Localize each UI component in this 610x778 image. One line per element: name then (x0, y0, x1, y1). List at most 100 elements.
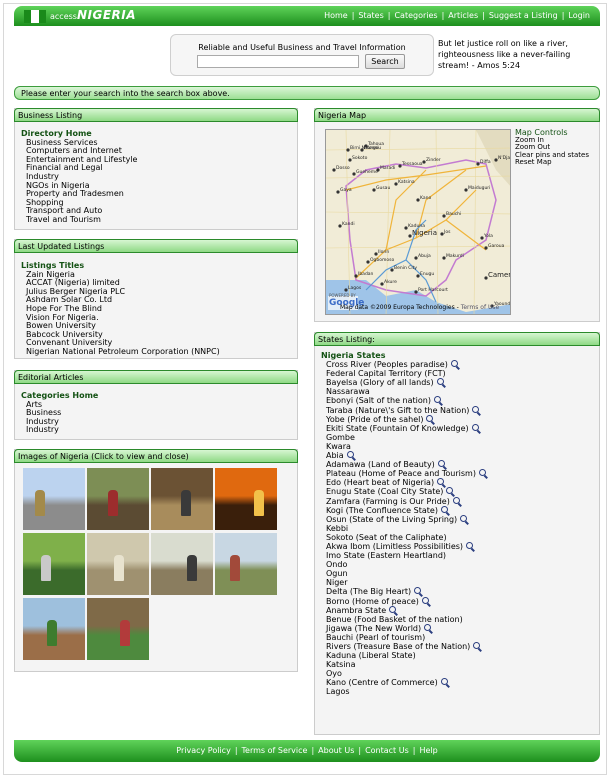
nav-link-home[interactable]: Home (324, 11, 348, 20)
nigeria-photo-thumbnail[interactable] (151, 468, 213, 530)
state-link[interactable]: Adamawa (Land of Beauty) (326, 460, 435, 469)
magnifier-icon[interactable] (424, 623, 432, 631)
state-link[interactable]: Osun (State of the Living Spring) (326, 515, 457, 524)
terms-of-use-link[interactable]: Terms of Use (461, 304, 499, 311)
nav-link-login[interactable]: Login (568, 11, 590, 20)
state-link[interactable]: Ogun (326, 569, 348, 578)
state-link[interactable]: Enugu State (Coal City State) (326, 487, 443, 496)
state-link[interactable]: Oyo (326, 669, 342, 678)
state-link[interactable]: Sokoto (Seat of the Caliphate) (326, 533, 447, 542)
footer-link-terms-of-service[interactable]: Terms of Service (242, 746, 308, 755)
nav-link-states[interactable]: States (358, 11, 383, 20)
state-link[interactable]: Kwara (326, 442, 351, 451)
state-link[interactable]: Ekiti State (Fountain Of Knowledge) (326, 424, 469, 433)
state-link[interactable]: Katsina (326, 660, 356, 669)
nigeria-photo-thumbnail[interactable] (87, 468, 149, 530)
map-control-reset-map[interactable]: Reset Map (515, 159, 589, 167)
state-link[interactable]: Borno (Home of peace) (326, 597, 419, 606)
state-link[interactable]: Imo State (Eastern Heartland) (326, 551, 446, 560)
state-link[interactable]: Taraba (Nature\'s Gift to the Nation) (326, 406, 469, 415)
state-link[interactable]: Federal Capital Territory (FCT) (326, 369, 446, 378)
footer-link-privacy-policy[interactable]: Privacy Policy (176, 746, 231, 755)
magnifier-icon[interactable] (452, 496, 460, 504)
nigeria-map[interactable]: Birni N'Konni Tahoua Dosso Maradi Tessaoua Zi… (325, 129, 511, 315)
magnifier-icon[interactable] (389, 605, 397, 613)
magnifier-icon[interactable] (473, 642, 481, 649)
magnifier-icon[interactable] (436, 378, 444, 386)
magnifier-icon[interactable] (471, 423, 479, 431)
site-logo[interactable]: accessNIGERIA (50, 8, 136, 22)
state-link[interactable]: Rivers (Treasure Base of the Nation) (326, 642, 470, 651)
state-link[interactable]: Kano (Centre of Commerce) (326, 678, 438, 687)
business-category-property-and-tradesmen[interactable]: Property and Tradesmen (26, 190, 293, 199)
state-link[interactable]: Bauchi (Pearl of tourism) (326, 633, 425, 642)
state-link[interactable]: Jigawa (The New World) (326, 624, 421, 633)
state-link[interactable]: Kebbi (326, 524, 348, 533)
state-link[interactable]: Zamfara (Farming is Our Pride) (326, 497, 450, 506)
magnifier-icon[interactable] (421, 596, 429, 604)
magnifier-icon[interactable] (478, 469, 486, 477)
nigeria-photo-thumbnail[interactable] (87, 598, 149, 660)
magnifier-icon[interactable] (466, 541, 474, 549)
nigeria-photo-thumbnail[interactable] (23, 598, 85, 660)
state-link[interactable]: Ebonyi (Salt of the nation) (326, 396, 431, 405)
magnifier-icon[interactable] (437, 460, 445, 468)
state-link[interactable]: Bayelsa (Glory of all lands) (326, 378, 434, 387)
state-link[interactable]: Benue (Food Basket of the nation) (326, 615, 463, 624)
state-item: Ekiti State (Fountain Of Knowledge) (326, 423, 486, 433)
magnifier-icon[interactable] (440, 678, 448, 686)
state-link[interactable]: Akwa Ibom (Limitless Possibilities) (326, 542, 463, 551)
state-link[interactable]: Lagos (326, 687, 350, 696)
state-link[interactable]: Niger (326, 578, 348, 587)
nigeria-photo-thumbnail[interactable] (215, 533, 277, 595)
state-link[interactable]: Cross River (Peoples paradise) (326, 360, 448, 369)
magnifier-icon[interactable] (450, 360, 458, 368)
magnifier-icon[interactable] (346, 451, 354, 459)
state-link[interactable]: Gombe (326, 433, 355, 442)
nigeria-flag-icon[interactable] (24, 10, 46, 23)
magnifier-icon[interactable] (414, 587, 422, 595)
magnifier-icon[interactable] (446, 487, 454, 495)
nav-link-suggest-a-listing[interactable]: Suggest a Listing (489, 11, 558, 20)
state-link[interactable]: Ondo (326, 560, 347, 569)
state-link[interactable]: Kaduna (Liberal State) (326, 651, 416, 660)
state-link[interactable]: Nassarawa (326, 387, 370, 396)
state-link[interactable]: Edo (Heart beat of Nigeria) (326, 478, 434, 487)
magnifier-icon[interactable] (460, 514, 468, 522)
state-link[interactable]: Yobe (Pride of the sahel) (326, 415, 423, 424)
state-link[interactable]: Delta (The Big Heart) (326, 587, 411, 596)
search-input[interactable] (197, 55, 359, 68)
last-updated-title: Last Updated Listings (14, 239, 298, 253)
magnifier-icon[interactable] (440, 505, 448, 513)
article-category-arts[interactable]: Arts (26, 400, 293, 410)
footer-link-help[interactable]: Help (419, 746, 437, 755)
listing-link-nigerian-national-petroleum-corporation-nnpc[interactable]: Nigerian National Petroleum Corporation … (26, 347, 293, 357)
search-button[interactable]: Search (365, 54, 405, 69)
state-link[interactable]: Anambra State (326, 606, 386, 615)
map-graphic[interactable]: Birni N'KonniTahouaDosso MaradiTessaouaZi… (326, 130, 511, 315)
state-item: Niger (326, 578, 486, 587)
nigeria-photo-thumbnail[interactable] (151, 533, 213, 595)
state-link[interactable]: Plateau (Home of Peace and Tourism) (326, 469, 476, 478)
article-category-business[interactable]: Business (26, 409, 293, 418)
state-link[interactable]: Abia (326, 451, 344, 460)
magnifier-icon[interactable] (433, 396, 441, 404)
article-category-industry[interactable]: Industry (26, 426, 293, 435)
article-category-industry[interactable]: Industry (26, 417, 293, 427)
nigeria-photo-thumbnail[interactable] (215, 468, 277, 530)
state-item: Ondo (326, 560, 486, 569)
nav-link-articles[interactable]: Articles (448, 11, 478, 20)
nigeria-photo-thumbnail[interactable] (23, 468, 85, 530)
nav-link-categories[interactable]: Categories (394, 11, 437, 20)
nigeria-photo-thumbnail[interactable] (87, 533, 149, 595)
footer-link-contact-us[interactable]: Contact Us (365, 746, 409, 755)
footer-link-about-us[interactable]: About Us (318, 746, 354, 755)
business-category-travel-and-tourism[interactable]: Travel and Tourism (26, 215, 293, 225)
magnifier-icon[interactable] (472, 405, 480, 413)
business-category-financial-and-legal[interactable]: Financial and Legal (26, 164, 293, 173)
magnifier-icon[interactable] (437, 478, 445, 486)
magnifier-icon[interactable] (426, 414, 434, 422)
categories-home-link[interactable]: Categories Home (21, 391, 293, 401)
nigeria-photo-thumbnail[interactable] (23, 533, 85, 595)
state-link[interactable]: Kogi (The Confluence State) (326, 506, 438, 515)
